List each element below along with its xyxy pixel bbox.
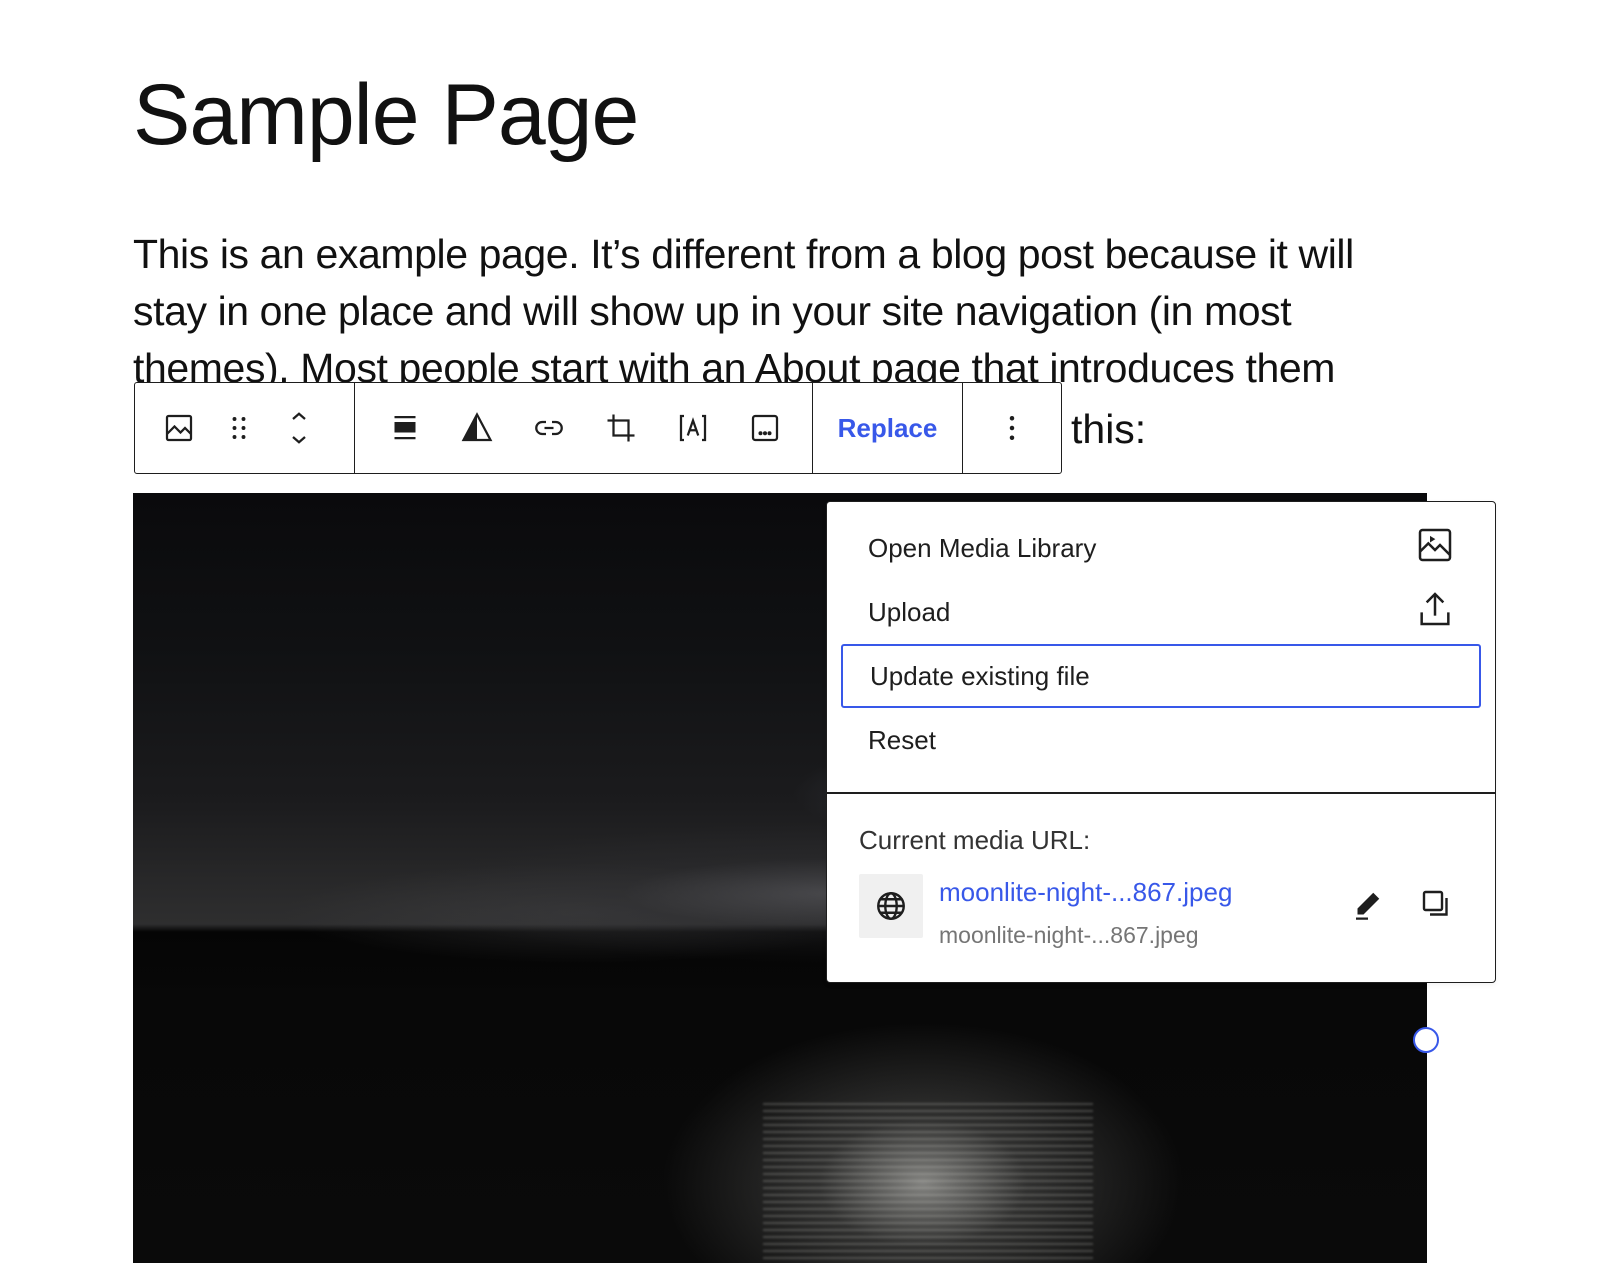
image-resize-handle[interactable] — [1413, 1027, 1439, 1053]
more-options-button[interactable] — [963, 383, 1061, 473]
moon-reflection — [763, 1103, 1093, 1263]
current-media-url-section: Current media URL: moonlite-night-...867… — [859, 825, 1463, 948]
page-paragraph[interactable]: This is an example page. It’s different … — [133, 226, 1433, 397]
media-library-icon — [1415, 525, 1455, 572]
media-url-filename: moonlite-night-...867.jpeg — [939, 922, 1199, 948]
duotone-icon[interactable] — [441, 383, 513, 473]
crop-icon[interactable] — [585, 383, 657, 473]
caption-icon[interactable] — [729, 383, 801, 473]
replace-menu: Open Media Library Upload Update existin… — [827, 502, 1495, 772]
current-media-url-heading: Current media URL: — [859, 825, 1091, 855]
replace-button[interactable]: Replace — [813, 383, 963, 473]
menu-item-label: Upload — [868, 596, 951, 627]
page-title[interactable]: Sample Page — [133, 68, 639, 163]
block-toolbar: Replace — [134, 382, 1062, 474]
menu-divider — [827, 792, 1495, 794]
menu-item-upload[interactable]: Upload — [841, 580, 1481, 644]
menu-item-label: Reset — [868, 724, 936, 755]
image-icon[interactable] — [149, 383, 209, 473]
url-text: moonlite-night-...867.jpeg moonlite-nigh… — [939, 877, 1232, 949]
menu-item-open-media-library[interactable]: Open Media Library — [841, 516, 1481, 580]
drag-handle-icon[interactable] — [209, 383, 269, 473]
menu-item-update-existing-file[interactable]: Update existing file — [841, 644, 1481, 708]
link-icon[interactable] — [513, 383, 585, 473]
menu-item-reset[interactable]: Reset — [841, 708, 1481, 772]
globe-icon — [859, 874, 923, 938]
move-up-down-icon[interactable] — [269, 383, 329, 473]
copy-url-button[interactable] — [1415, 885, 1457, 927]
url-actions — [1347, 885, 1457, 927]
paragraph-tail: this: — [1071, 406, 1147, 452]
toolbar-tools-group — [355, 383, 813, 473]
edit-url-button[interactable] — [1347, 885, 1389, 927]
toolbar-block-group — [135, 383, 355, 473]
align-icon[interactable] — [369, 383, 441, 473]
menu-item-label: Update existing file — [870, 660, 1090, 691]
replace-dropdown: Open Media Library Upload Update existin… — [826, 501, 1496, 983]
media-url-link[interactable]: moonlite-night-...867.jpeg — [939, 877, 1232, 908]
replace-label: Replace — [837, 412, 938, 443]
upload-icon — [1415, 589, 1455, 636]
text-overlay-icon[interactable] — [657, 383, 729, 473]
menu-item-label: Open Media Library — [868, 532, 1097, 563]
copy-icon — [1418, 886, 1454, 927]
more-options-icon — [976, 383, 1048, 473]
pencil-icon — [1350, 886, 1386, 927]
